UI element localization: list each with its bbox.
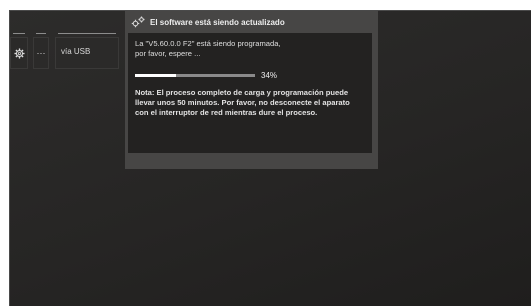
progress-percent: 34% [261,71,278,80]
more-tile[interactable]: ··· [33,33,49,69]
source-usb-tile[interactable]: vía USB [55,33,119,69]
progress-bar [135,74,255,77]
message-line-1: La "V5.60.0.0 F2" está siendo programada… [135,39,281,48]
gear-icon [13,47,25,59]
update-dialog: El software está siendo actualizado La "… [125,11,378,169]
update-message: La "V5.60.0.0 F2" está siendo programada… [135,39,365,59]
note-line-1: Nota: El proceso completo de carga y pro… [135,88,349,97]
dialog-body: La "V5.60.0.0 F2" está siendo programada… [128,33,372,153]
note-line-2: llevar unos 50 minutos. Por favor, no de… [135,98,350,107]
note-line-3: con el interruptor de red mientras dure … [135,108,318,117]
progress-fill [135,74,176,77]
source-label: vía USB [61,47,91,56]
message-line-2: por favor, espere ... [135,49,201,58]
more-label: ··· [36,48,46,58]
settings-tile[interactable] [10,33,28,69]
dialog-title: El software está siendo actualizado [150,17,285,27]
gears-icon [131,16,145,28]
update-note: Nota: El proceso completo de carga y pro… [135,88,365,118]
progress-row: 34% [135,71,365,80]
dialog-header: El software está siendo actualizado [125,11,378,33]
